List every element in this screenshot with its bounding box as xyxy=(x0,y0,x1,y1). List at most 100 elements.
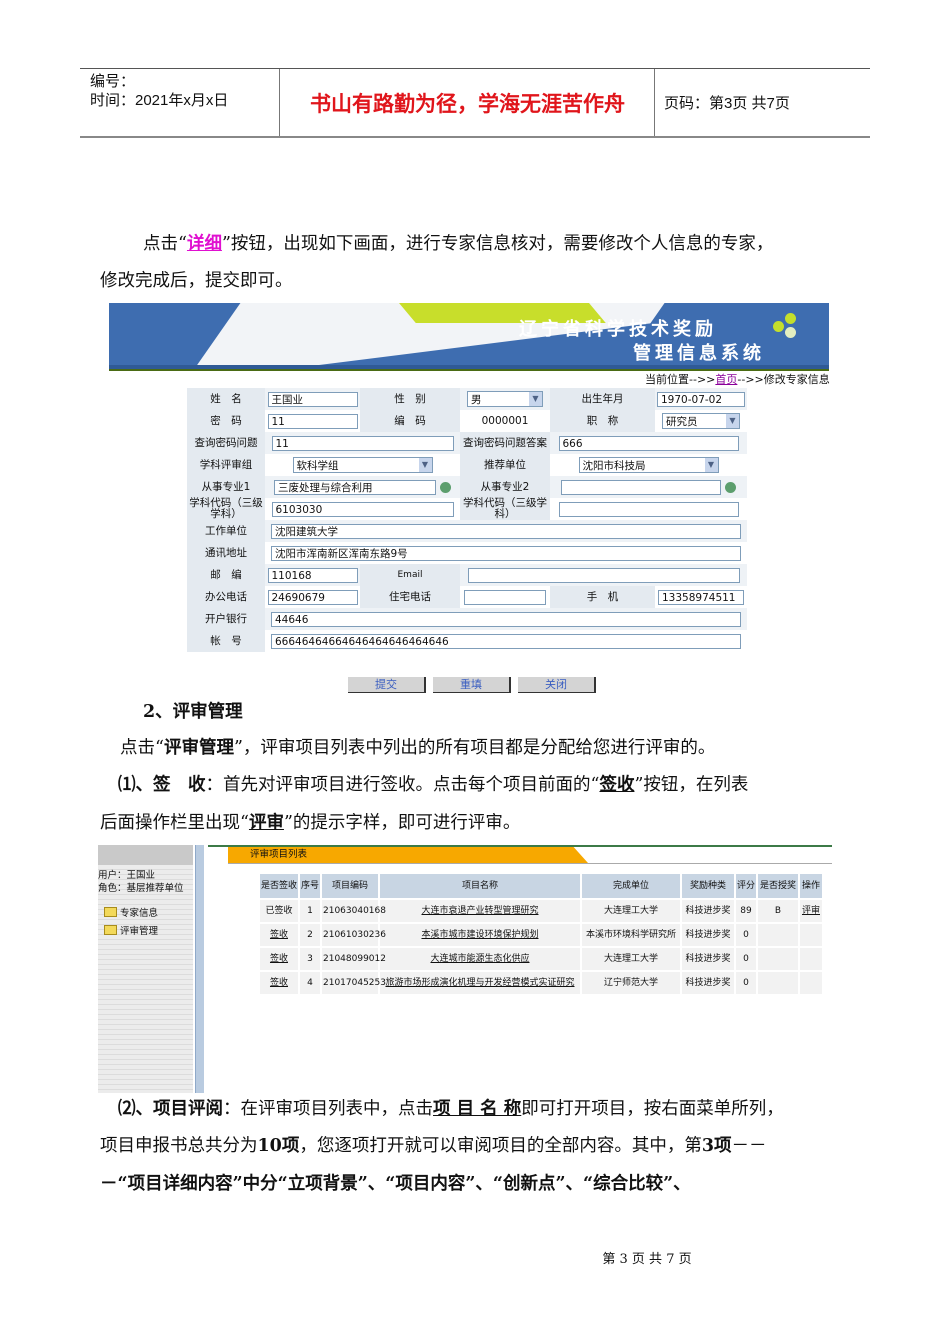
mobile-input[interactable]: 13358974511 xyxy=(658,589,744,605)
paragraph-3-line2: 后面操作栏里出现“评审”的提示字样，即可进行评审。 xyxy=(100,813,520,833)
folder-icon xyxy=(104,907,117,917)
question-input[interactable]: 11 xyxy=(271,435,454,451)
date-label: 时间：2021年x月x日 xyxy=(90,92,229,109)
text-underline: 项 目 名 称 xyxy=(433,1099,522,1119)
name-input[interactable]: 王国业 xyxy=(267,391,358,407)
logo-icon xyxy=(773,313,799,339)
group-value: 软科学组 xyxy=(296,459,339,472)
text: 点击“ xyxy=(143,234,187,254)
label: 邮 编 xyxy=(187,564,265,586)
text: ，您逐项打开就可以审阅项目的全部内容。其中，第 xyxy=(299,1136,702,1156)
text-bold: 10项 xyxy=(257,1136,300,1156)
project-name-link[interactable]: 大连城市能源生态化供应 xyxy=(380,948,580,970)
zip-input[interactable]: 110168 xyxy=(267,567,358,583)
label: 学科代码（三级学科） xyxy=(187,498,265,520)
tab-review-list[interactable]: 评审项目列表 xyxy=(228,847,588,863)
gender-select[interactable]: 男 ▼ xyxy=(467,391,543,407)
globe-icon[interactable] xyxy=(440,481,451,493)
table-cell: 1 xyxy=(300,900,320,922)
column-header: 奖励种类 xyxy=(682,874,734,898)
label: 职 称 xyxy=(550,410,655,432)
work-input[interactable]: 沈阳建筑大学 xyxy=(271,523,741,539)
label: 性 别 xyxy=(360,388,460,410)
label: 开户银行 xyxy=(187,608,265,630)
breadcrumb-current: -->>修改专家信息 xyxy=(737,373,830,386)
table-cell: 0 xyxy=(736,924,756,946)
major2-input[interactable] xyxy=(561,479,721,495)
paragraph-3: ⑴、签 收：首先对评审项目进行签收。点击每个项目前面的“签收”按钮，在列表 xyxy=(118,775,748,795)
sign-cell[interactable]: 签收 xyxy=(260,972,298,994)
action-cell[interactable]: 评审 xyxy=(800,900,822,922)
password-input[interactable]: 11 xyxy=(267,413,358,429)
table-cell xyxy=(758,924,798,946)
detail-link[interactable]: 详细 xyxy=(187,234,222,254)
text-underline: 评审 xyxy=(248,813,284,833)
close-button[interactable]: 关闭 xyxy=(518,677,596,693)
answer-input[interactable]: 666 xyxy=(558,435,739,451)
recommender-select[interactable]: 沈阳市科技局 ▼ xyxy=(578,457,719,473)
text: ”按钮，在列表 xyxy=(634,775,749,795)
table-cell: B xyxy=(758,900,798,922)
chevron-down-icon: ▼ xyxy=(726,414,739,428)
sign-cell[interactable]: 签收 xyxy=(260,924,298,946)
paragraph-4-line3: －“项目详细内容”中分“立项背景”、“项目内容”、“创新点”、“综合比较”、 xyxy=(100,1174,691,1194)
page-footer: 第 3 页 共 7 页 xyxy=(602,1252,692,1267)
bank-input[interactable]: 44646 xyxy=(271,611,741,627)
reset-button[interactable]: 重填 xyxy=(433,677,511,693)
table-row: 签收 2 21061030236 本溪市城市建设环境保护规划 本溪市环境科学研究所 科技进… xyxy=(260,924,822,946)
table-row: 签收 3 21048099012 大连城市能源生态化供应 大连理工大学 科技进步奖 0 xyxy=(260,948,822,970)
sidebar-item-expert-info[interactable]: 专家信息 xyxy=(98,905,193,919)
table-cell: 辽宁师范大学 xyxy=(582,972,680,994)
document-page: 编号： 时间：2021年x月x日 书山有路勤为径，学海无涯苦作舟 页码：第3页 共… xyxy=(0,0,950,1344)
title-select[interactable]: 研究员 ▼ xyxy=(662,413,740,429)
action-cell xyxy=(800,924,822,946)
project-name-link[interactable]: 旅游市场形成演化机理与开发经营模式实证研究 xyxy=(380,972,580,994)
text-bold: 评审管理 xyxy=(163,738,234,758)
column-header: 是否签收 xyxy=(260,874,298,898)
label: 帐 号 xyxy=(187,630,265,652)
account-input[interactable]: 66646464664646464646464646 xyxy=(271,633,741,649)
text-bold: ⑴、签 收 xyxy=(118,775,206,795)
email-input[interactable] xyxy=(467,567,740,583)
column-header: 项目名称 xyxy=(380,874,580,898)
text: ”按钮，出现如下画面，进行专家信息核对，需要修改个人信息的专家， xyxy=(221,234,774,254)
label: 住宅电话 xyxy=(360,586,460,608)
subject1-input[interactable]: 6103030 xyxy=(271,501,454,517)
text: ：在评审项目列表中，点击 xyxy=(223,1099,433,1119)
submit-button[interactable]: 提交 xyxy=(348,677,426,693)
chevron-down-icon: ▼ xyxy=(418,458,432,472)
table-cell: 科技进步奖 xyxy=(682,924,734,946)
subject2-input[interactable] xyxy=(558,501,739,517)
sidebar-item-review-management[interactable]: 评审管理 xyxy=(98,923,193,937)
system-banner: 辽宁省科学技术奖励 管理信息系统 xyxy=(109,303,829,369)
address-input[interactable]: 沈阳市浑南新区浑南东路9号 xyxy=(271,545,741,561)
menu-label: 评审管理 xyxy=(120,926,159,937)
gender-value: 男 xyxy=(471,393,482,406)
table-cell: 大连理工大学 xyxy=(582,948,680,970)
birth-input[interactable]: 1970-07-02 xyxy=(657,391,745,407)
expert-info-form: 姓 名王国业性 别男 ▼ 出生年月 1970-07-02 密 码 11 编 码 000000… xyxy=(187,388,747,652)
scrollbar[interactable] xyxy=(195,845,204,1093)
breadcrumb-home-link[interactable]: 首页 xyxy=(715,373,737,386)
banner-title-2: 管理信息系统 xyxy=(633,343,765,364)
table-cell: 89 xyxy=(736,900,756,922)
header-meta: 编号： 时间：2021年x月x日 xyxy=(80,69,280,136)
project-name-link[interactable]: 本溪市城市建设环境保护规划 xyxy=(380,924,580,946)
group-select[interactable]: 软科学组 ▼ xyxy=(292,457,433,473)
paragraph-4-line2: 项目申报书总共分为10项，您逐项打开就可以审阅项目的全部内容。其中，第3项－－ xyxy=(100,1136,767,1156)
label: 通讯地址 xyxy=(187,542,265,564)
label: 编 码 xyxy=(360,410,460,432)
label: 姓 名 xyxy=(187,388,265,410)
table-cell: 21017045253 xyxy=(322,972,386,994)
sign-cell[interactable]: 签收 xyxy=(260,948,298,970)
globe-icon[interactable] xyxy=(725,481,736,493)
office-phone-input[interactable]: 24690679 xyxy=(267,589,358,605)
project-name-link[interactable]: 大连市衰退产业转型管理研究 xyxy=(380,900,580,922)
paragraph-2: 点击“评审管理”，评审项目列表中列出的所有项目都是分配给您进行评审的。 xyxy=(120,738,715,758)
home-phone-input[interactable] xyxy=(464,589,546,605)
sign-cell: 已签收 xyxy=(260,900,298,922)
column-header: 项目编码 xyxy=(322,874,378,898)
review-list-screenshot: 用户：王国业 角色：基层推荐单位 专家信息 评审管理 评审项目列表 是否签收 序号项… xyxy=(98,845,832,1093)
major1-input[interactable]: 三废处理与综合利用 xyxy=(274,479,436,495)
table-cell xyxy=(758,948,798,970)
